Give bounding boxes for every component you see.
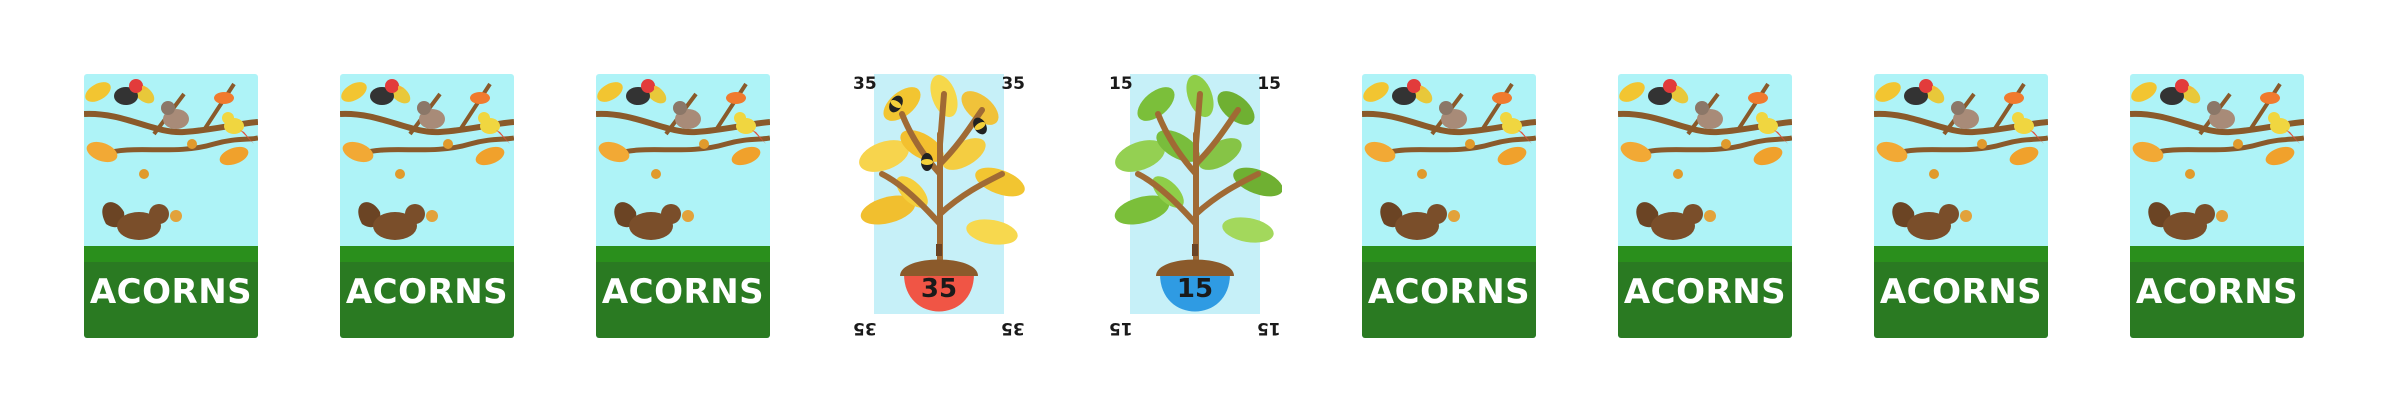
card-title: ACORNS [601, 272, 765, 312]
acorn-value: 15 [1176, 274, 1214, 304]
acorn-value: 35 [920, 274, 958, 304]
card-back[interactable]: ACORNS [596, 74, 770, 338]
card-value-corner: 35 [853, 318, 877, 338]
card-value-corner: 15 [1257, 318, 1281, 338]
card-title: ACORNS [1879, 272, 2043, 312]
card-value-corner: 35 [1001, 318, 1025, 338]
card-back[interactable]: ACORNS [84, 74, 258, 338]
card-title: ACORNS [1367, 272, 1531, 312]
card-value-corner: 15 [1257, 74, 1281, 94]
card-title: ACORNS [345, 272, 509, 312]
acorn-card-15[interactable]: 15 15 15 15 15 [1108, 74, 1282, 338]
card-value-corner: 15 [1109, 74, 1133, 94]
card-back[interactable]: ACORNS [2130, 74, 2304, 338]
card-value-corner: 35 [853, 74, 877, 94]
acorn-card-35[interactable]: 35 35 35 35 35 [852, 74, 1026, 338]
card-title: ACORNS [2135, 272, 2299, 312]
card-title: ACORNS [1623, 272, 1787, 312]
card-back[interactable]: ACORNS [1618, 74, 1792, 338]
card-title: ACORNS [89, 272, 253, 312]
card-back[interactable]: ACORNS [1362, 74, 1536, 338]
card-value-corner: 15 [1109, 318, 1133, 338]
card-back[interactable]: ACORNS [1874, 74, 2048, 338]
card-back[interactable]: ACORNS [340, 74, 514, 338]
card-value-corner: 35 [1001, 74, 1025, 94]
card-row: ACORNS ACORNS ACORNS 35 35 35 35 35 15 1… [0, 0, 2400, 413]
